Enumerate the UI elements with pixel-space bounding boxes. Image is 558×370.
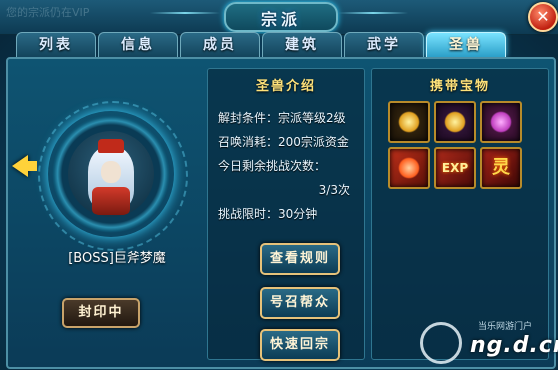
title-plate: 宗派: [224, 2, 338, 32]
challenge-time-limit: 挑战限时：30分钟: [218, 207, 318, 221]
remaining-challenges-value: 3/3次: [318, 183, 350, 197]
boss-portrait[interactable]: [68, 131, 154, 217]
quick-return-button[interactable]: 快速回宗: [260, 329, 340, 361]
tab-members[interactable]: 成员: [180, 32, 260, 57]
title-bar: 您的宗派仍在VIP 宗派 ✕: [0, 0, 558, 35]
spirit-icon[interactable]: 灵: [480, 147, 522, 189]
watermark-sub: 当乐网游门户: [478, 322, 533, 332]
title-ornament-right: [338, 12, 408, 14]
holy-beast-info-panel: 圣兽介绍 解封条件：宗派等级2级 召唤消耗：200宗派资金 今日剩余挑战次数： …: [207, 68, 365, 361]
view-rules-button[interactable]: 查看规则: [260, 243, 340, 275]
tab-martial-arts[interactable]: 武学: [344, 32, 424, 57]
gold-gem-glow: [444, 111, 466, 133]
tab-info[interactable]: 信息: [98, 32, 178, 57]
left-arrow-icon-stem[interactable]: [27, 161, 37, 171]
remaining-challenges-label: 今日剩余挑战次数：: [218, 159, 327, 173]
tab-holy-beast[interactable]: 圣兽: [426, 32, 506, 57]
faded-top-text: 您的宗派仍在VIP: [6, 6, 90, 19]
treasure-panel: 携带宝物 EXP 灵: [371, 68, 549, 360]
red-talisman-glow: [398, 157, 420, 179]
summon-cost: 召唤消耗：200宗派资金: [218, 135, 349, 149]
unlock-condition: 解封条件：宗派等级2级: [218, 111, 346, 125]
game-window: 您的宗派仍在VIP 宗派 ✕ 列表 信息 成员 建筑 武学 圣兽 [BOSS]巨…: [0, 0, 558, 370]
purple-gem-icon[interactable]: [480, 101, 522, 143]
red-talisman-icon[interactable]: [388, 147, 430, 189]
seal-button[interactable]: 封印中: [62, 298, 140, 328]
gold-orb-glow: [398, 111, 420, 133]
boss-armor: [92, 187, 130, 215]
summon-members-button[interactable]: 号召帮众: [260, 287, 340, 319]
window-title: 宗派: [260, 10, 301, 29]
treasure-title: 携带宝物: [429, 79, 490, 94]
title-ornament-left: [150, 12, 220, 14]
watermark-main: ng.d.cn: [470, 333, 558, 358]
close-icon[interactable]: ✕: [528, 2, 558, 32]
tab-buildings[interactable]: 建筑: [262, 32, 342, 57]
exp-icon[interactable]: EXP: [434, 147, 476, 189]
info-title: 圣兽介绍: [255, 79, 316, 94]
gold-orb-icon[interactable]: [388, 101, 430, 143]
gold-gem-icon[interactable]: [434, 101, 476, 143]
left-arrow-icon[interactable]: [12, 155, 28, 177]
boss-crown: [98, 139, 124, 153]
tab-list[interactable]: 列表: [16, 32, 96, 57]
watermark-logo-icon: [420, 322, 462, 364]
boss-face: [101, 161, 121, 183]
boss-name: [BOSS]巨斧梦魔: [68, 251, 166, 266]
purple-gem-glow: [490, 111, 512, 133]
